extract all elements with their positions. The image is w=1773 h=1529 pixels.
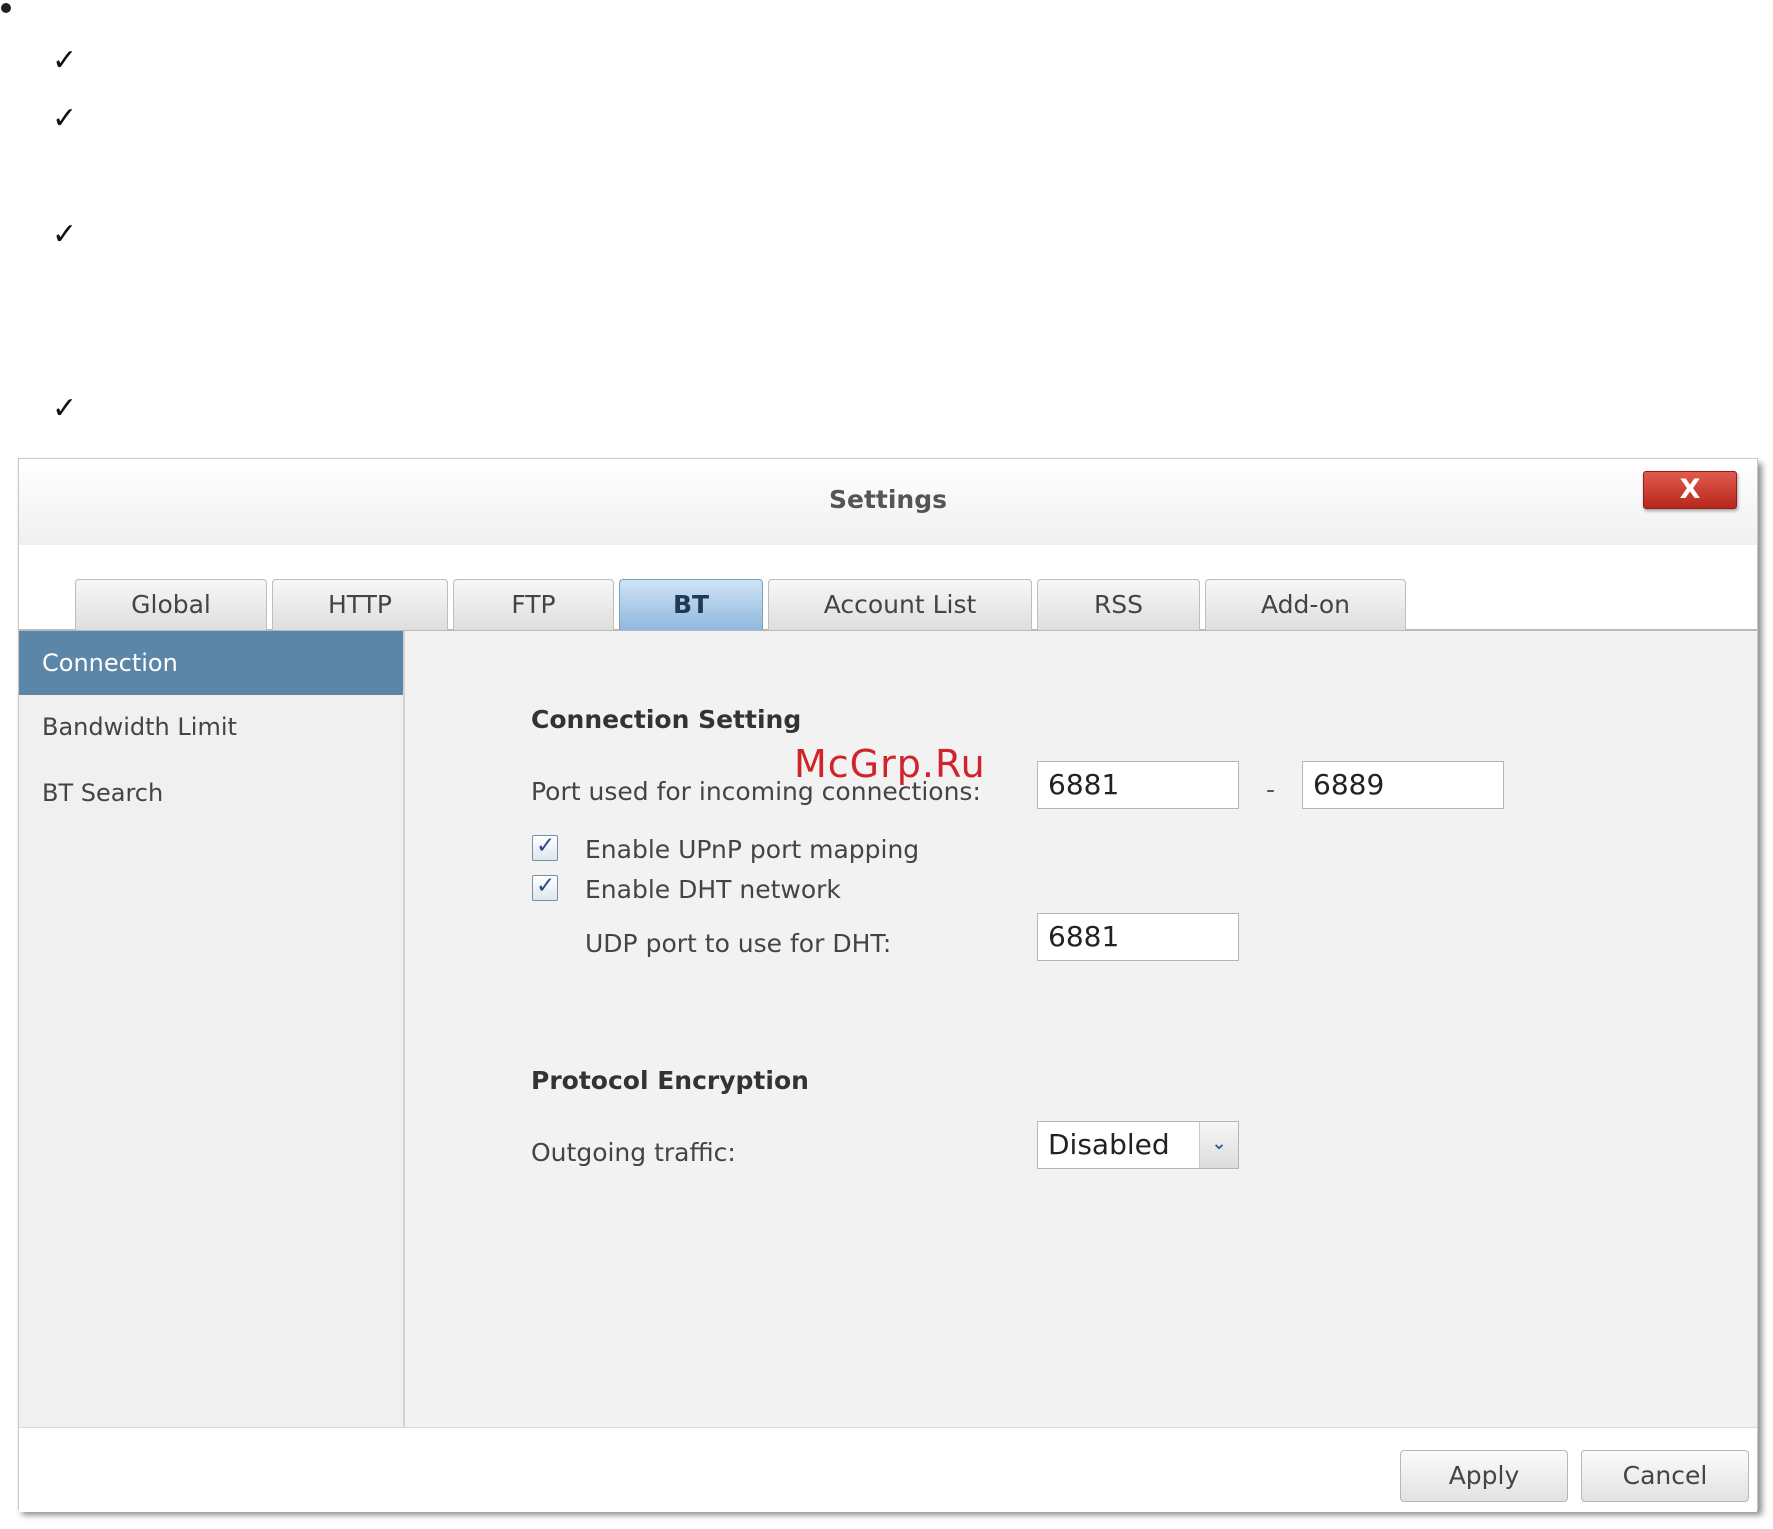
page: ✓ ✓ ✓ ✓ Settings X Global HTTP FTP BT Ac… [0,0,1773,1529]
close-icon: X [1679,474,1701,505]
apply-button[interactable]: Apply [1400,1450,1568,1502]
tab-rss[interactable]: RSS [1037,579,1200,630]
dht-label: Enable DHT network [585,875,841,904]
outgoing-traffic-label: Outgoing traffic: [531,1138,736,1167]
tab-http[interactable]: HTTP [272,579,448,630]
port-to-input[interactable]: 6889 [1302,761,1504,809]
sidebar-item-connection[interactable]: Connection [19,631,403,695]
cancel-button[interactable]: Cancel [1581,1450,1749,1502]
dialog-footer: Apply Cancel [19,1427,1757,1512]
upnp-label: Enable UPnP port mapping [585,835,920,864]
tab-strip: Global HTTP FTP BT Account List RSS Add-… [19,545,1757,631]
check-icon: ✓ [52,217,78,252]
connection-setting-heading: Connection Setting [531,705,802,734]
protocol-encryption-heading: Protocol Encryption [531,1066,809,1095]
check-icon: ✓ [52,43,78,78]
outgoing-traffic-value: Disabled [1048,1128,1170,1161]
check-icon: ✓ [52,101,78,136]
tab-account-list[interactable]: Account List [768,579,1032,630]
dialog-title: Settings [828,485,947,514]
port-range-separator: - [1266,775,1276,804]
udp-port-input[interactable]: 6881 [1037,913,1239,961]
sidebar-item-bandwidth-limit[interactable]: Bandwidth Limit [19,695,403,759]
checkmark-icon: ✓ [536,873,556,899]
tab-add-on[interactable]: Add-on [1205,579,1406,630]
dialog-titlebar[interactable]: Settings X [19,459,1757,546]
chevron-down-icon[interactable]: ⌄ [1199,1122,1238,1168]
tab-ftp[interactable]: FTP [453,579,614,630]
bullet-dot [1,3,11,13]
settings-content: Connection Setting Port used for incomin… [405,631,1757,1427]
sidebar-item-bt-search[interactable]: BT Search [19,761,403,825]
tab-bt[interactable]: BT [619,579,763,630]
watermark-text: McGrp.Ru [794,742,986,786]
port-from-input[interactable]: 6881 [1037,761,1239,809]
udp-port-label: UDP port to use for DHT: [585,929,892,958]
tab-global[interactable]: Global [75,579,267,630]
check-icon: ✓ [52,391,78,426]
close-button[interactable]: X [1643,471,1737,509]
upnp-checkbox[interactable]: ✓ [532,833,558,861]
settings-dialog: Settings X Global HTTP FTP BT Account Li… [18,458,1758,1512]
outgoing-traffic-select[interactable]: Disabled ⌄ [1037,1121,1239,1169]
sidebar: Connection Bandwidth Limit BT Search [19,631,405,1427]
dht-checkbox[interactable]: ✓ [532,873,558,901]
checkmark-icon: ✓ [536,833,556,859]
